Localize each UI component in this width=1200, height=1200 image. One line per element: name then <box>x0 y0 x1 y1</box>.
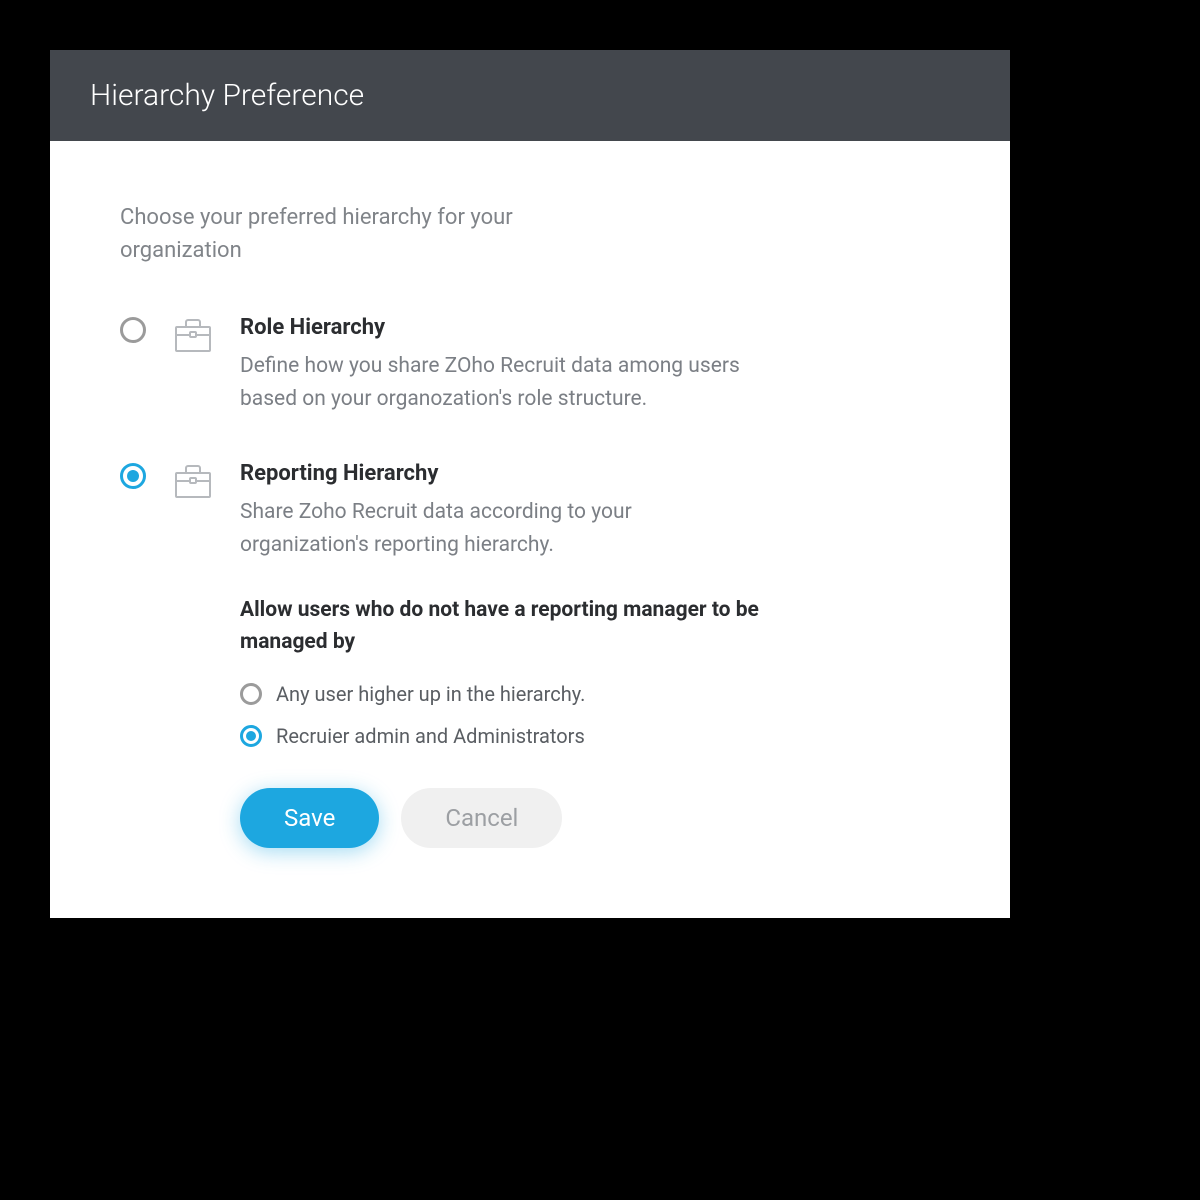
hierarchy-preference-dialog: Hierarchy Preference Choose your preferr… <box>50 50 1010 918</box>
radio-reporting-hierarchy[interactable] <box>120 463 146 489</box>
option-desc: Define how you share ZOho Recruit data a… <box>240 350 740 415</box>
option-title: Reporting Hierarchy <box>240 461 940 486</box>
option-desc: Share Zoho Recruit data according to you… <box>240 496 740 561</box>
sub-heading: Allow users who do not have a reporting … <box>240 595 760 658</box>
option-role-hierarchy[interactable]: Role Hierarchy Define how you share ZOho… <box>120 315 940 415</box>
dialog-title: Hierarchy Preference <box>50 50 1010 141</box>
option-title: Role Hierarchy <box>240 315 940 340</box>
radio-any-user[interactable] <box>240 683 262 705</box>
radio-recruiter-admin[interactable] <box>240 725 262 747</box>
sub-option-any-user[interactable]: Any user higher up in the hierarchy. <box>240 682 940 706</box>
option-text: Reporting Hierarchy Share Zoho Recruit d… <box>240 461 940 848</box>
sub-option-label: Recruier admin and Administrators <box>276 724 585 748</box>
option-text: Role Hierarchy Define how you share ZOho… <box>240 315 940 415</box>
radio-role-hierarchy[interactable] <box>120 317 146 343</box>
save-button[interactable]: Save <box>240 788 379 848</box>
sub-option-recruiter-admin[interactable]: Recruier admin and Administrators <box>240 724 940 748</box>
dialog-body: Choose your preferred hierarchy for your… <box>50 141 1010 918</box>
cancel-button[interactable]: Cancel <box>401 788 562 848</box>
option-reporting-hierarchy[interactable]: Reporting Hierarchy Share Zoho Recruit d… <box>120 461 940 848</box>
briefcase-icon <box>172 313 214 355</box>
sub-option-label: Any user higher up in the hierarchy. <box>276 682 585 706</box>
intro-text: Choose your preferred hierarchy for your… <box>120 201 540 267</box>
button-row: Save Cancel <box>240 788 940 848</box>
briefcase-icon <box>172 459 214 501</box>
